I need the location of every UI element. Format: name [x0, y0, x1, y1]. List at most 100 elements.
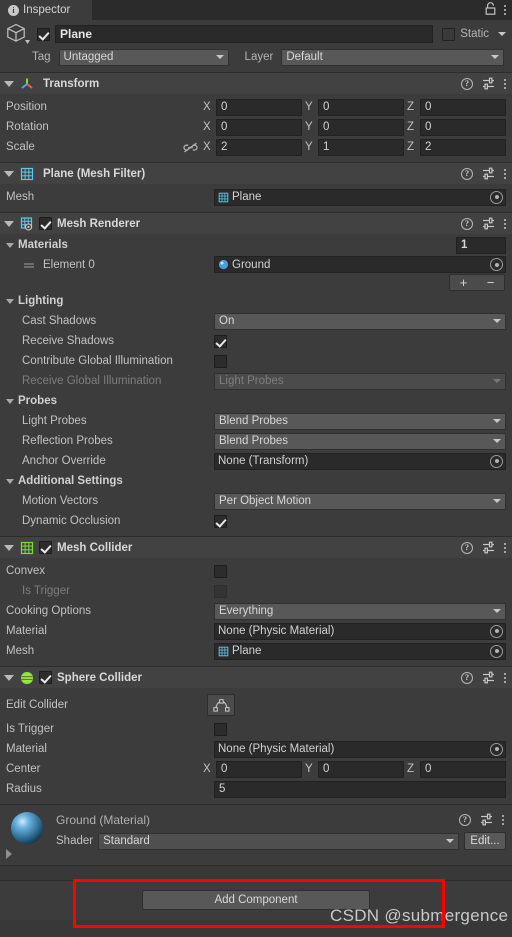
kebab-menu-icon[interactable]: [504, 78, 506, 89]
object-picker-icon[interactable]: [490, 742, 503, 756]
tab-inspector[interactable]: i Inspector: [0, 0, 92, 20]
sphere-is-trigger-checkbox[interactable]: [214, 722, 227, 736]
help-icon[interactable]: ?: [461, 541, 473, 554]
preset-settings-icon[interactable]: [482, 167, 495, 180]
sphere-collider-material-field[interactable]: None (Physic Material): [214, 740, 506, 758]
preset-settings-icon[interactable]: [482, 77, 495, 90]
convex-checkbox[interactable]: [214, 564, 227, 578]
mesh-object-field[interactable]: Plane: [214, 188, 506, 206]
foldout-right-icon[interactable]: [6, 849, 12, 859]
additional-settings-foldout[interactable]: Additional Settings: [6, 471, 506, 491]
rotation-z-input[interactable]: 0: [420, 118, 506, 136]
foldout-icon[interactable]: [4, 80, 14, 87]
sphere-collider-enabled-checkbox[interactable]: [39, 671, 52, 684]
lighting-foldout[interactable]: Lighting: [6, 291, 506, 311]
scale-x-input[interactable]: 2: [216, 138, 302, 156]
foldout-icon[interactable]: [4, 544, 14, 551]
foldout-icon: [6, 478, 14, 484]
radius-input[interactable]: 5: [214, 780, 506, 798]
object-picker-icon[interactable]: [490, 454, 503, 468]
static-dropdown-arrow[interactable]: [498, 32, 506, 36]
reflection-probes-dropdown[interactable]: Blend Probes: [214, 432, 506, 450]
preset-settings-icon[interactable]: [482, 217, 495, 230]
component-header-sphere-collider[interactable]: Sphere Collider ?: [0, 667, 512, 688]
static-checkbox[interactable]: [442, 27, 456, 41]
light-probes-dropdown[interactable]: Blend Probes: [214, 412, 506, 430]
help-icon[interactable]: ?: [461, 167, 473, 180]
center-z-input[interactable]: 0: [420, 760, 506, 778]
preset-settings-icon[interactable]: [482, 541, 495, 554]
cooking-options-dropdown[interactable]: Everything: [214, 602, 506, 620]
component-header-mesh-renderer[interactable]: Mesh Renderer ?: [0, 213, 512, 234]
kebab-menu-icon[interactable]: [502, 814, 504, 825]
kebab-menu-icon[interactable]: [504, 168, 506, 179]
edit-collider-button[interactable]: [207, 694, 235, 716]
add-material-button[interactable]: +: [450, 275, 477, 290]
chevron-down-icon: [493, 439, 501, 443]
gameobject-name-input[interactable]: Plane: [55, 25, 434, 43]
gameobject-cube-icon[interactable]: [6, 22, 32, 46]
property-label: Rotation: [6, 121, 49, 133]
materials-size-input[interactable]: 1: [456, 236, 506, 254]
position-z-input[interactable]: 0: [420, 98, 506, 116]
motion-vectors-dropdown[interactable]: Per Object Motion: [214, 492, 506, 510]
mesh-collider-mesh-field[interactable]: Plane: [214, 642, 506, 660]
remove-material-button[interactable]: −: [477, 275, 504, 290]
gameobject-enabled-checkbox[interactable]: [37, 27, 50, 41]
position-y-input[interactable]: 0: [318, 98, 404, 116]
axis-z-label: Z: [407, 763, 415, 775]
object-picker-icon[interactable]: [490, 258, 503, 271]
constrain-proportions-off-icon[interactable]: [183, 141, 198, 154]
preset-settings-icon[interactable]: [482, 671, 495, 684]
foldout-icon[interactable]: [4, 220, 14, 227]
object-picker-icon[interactable]: [490, 624, 503, 638]
axis-z-label: Z: [407, 101, 415, 113]
anchor-override-field[interactable]: None (Transform): [214, 452, 506, 470]
component-header-transform[interactable]: Transform ?: [0, 73, 512, 94]
contribute-global-illumination-checkbox[interactable]: [214, 354, 227, 368]
mesh-collider-enabled-checkbox[interactable]: [39, 541, 52, 554]
scale-y-input[interactable]: 1: [318, 138, 404, 156]
shader-edit-button[interactable]: Edit...: [464, 832, 506, 850]
mesh-collider-material-field[interactable]: None (Physic Material): [214, 622, 506, 640]
cast-shadows-dropdown[interactable]: On: [214, 312, 506, 330]
material-element-0-field[interactable]: Ground: [214, 256, 506, 273]
kebab-menu-icon[interactable]: [504, 672, 506, 683]
tag-dropdown[interactable]: Untagged: [58, 48, 229, 66]
preset-settings-icon[interactable]: [480, 813, 493, 826]
material-element-0-value: Ground: [232, 258, 271, 271]
rotation-x-input[interactable]: 0: [216, 118, 302, 136]
help-icon[interactable]: ?: [459, 813, 471, 826]
tab-inspector-label: Inspector: [23, 4, 71, 16]
kebab-menu-icon[interactable]: [504, 218, 506, 229]
kebab-menu-icon[interactable]: [504, 5, 506, 15]
receive-shadows-checkbox[interactable]: [214, 334, 227, 348]
shader-dropdown[interactable]: Standard: [98, 832, 459, 850]
foldout-icon[interactable]: [4, 170, 14, 177]
component-header-mesh-collider[interactable]: Mesh Collider ?: [0, 537, 512, 558]
help-icon[interactable]: ?: [461, 217, 473, 230]
dynamic-occlusion-checkbox[interactable]: [214, 514, 227, 528]
layer-dropdown[interactable]: Default: [281, 48, 504, 66]
drag-handle-icon[interactable]: [23, 260, 35, 270]
center-x-input[interactable]: 0: [216, 760, 302, 778]
lock-icon[interactable]: [485, 2, 496, 18]
component-mesh-renderer: Mesh Renderer ? Materials 1 Element 0 Gr…: [0, 212, 512, 536]
center-y-input[interactable]: 0: [318, 760, 404, 778]
position-x-input[interactable]: 0: [216, 98, 302, 116]
component-actions: ?: [461, 77, 506, 90]
object-picker-icon[interactable]: [490, 644, 503, 658]
component-header-mesh-filter[interactable]: Plane (Mesh Filter) ?: [0, 163, 512, 184]
mesh-renderer-enabled-checkbox[interactable]: [39, 217, 52, 230]
object-picker-icon[interactable]: [490, 190, 503, 204]
help-icon[interactable]: ?: [461, 671, 473, 684]
help-icon[interactable]: ?: [461, 77, 473, 90]
property-label: Material: [6, 625, 47, 637]
component-actions: ?: [461, 167, 506, 180]
foldout-icon[interactable]: [4, 674, 14, 681]
kebab-menu-icon[interactable]: [504, 542, 506, 553]
rotation-y-input[interactable]: 0: [318, 118, 404, 136]
materials-foldout[interactable]: Materials 1: [6, 235, 506, 255]
probes-foldout[interactable]: Probes: [6, 391, 506, 411]
scale-z-input[interactable]: 2: [420, 138, 506, 156]
